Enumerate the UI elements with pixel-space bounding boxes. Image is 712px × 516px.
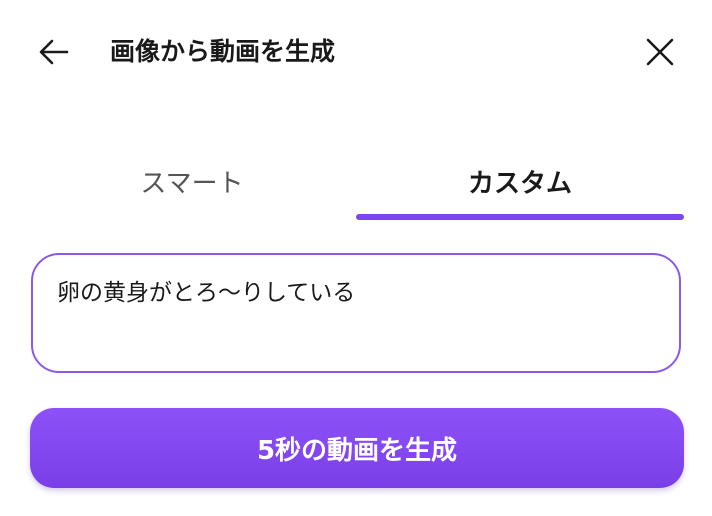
mode-tabs: スマート カスタム	[28, 146, 684, 222]
dialog-header: 画像から動画を生成	[0, 0, 712, 104]
prompt-text: 卵の黄身がとろ〜りしている	[57, 280, 356, 306]
close-icon	[646, 38, 674, 66]
generate-video-label: 5秒の動画を生成	[256, 435, 458, 466]
tab-smart[interactable]: スマート	[28, 146, 356, 216]
generate-video-button[interactable]: 5秒の動画を生成	[30, 408, 684, 488]
tab-custom[interactable]: カスタム	[356, 146, 684, 216]
close-button[interactable]	[636, 28, 684, 76]
prompt-input[interactable]: 卵の黄身がとろ〜りしている	[31, 253, 681, 373]
page-title: 画像から動画を生成	[110, 37, 336, 66]
back-button[interactable]	[30, 28, 78, 76]
arrow-left-icon	[39, 39, 69, 65]
active-tab-indicator	[356, 214, 684, 220]
